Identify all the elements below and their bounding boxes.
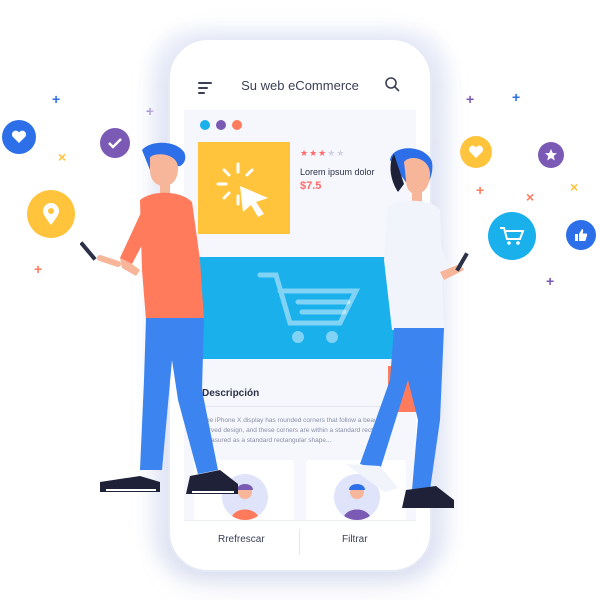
color-dot-orange[interactable] (232, 120, 242, 130)
filter-button[interactable]: Filtrar (342, 534, 368, 545)
plus-sparkle: + (546, 273, 555, 289)
star-icon: ★ (300, 148, 310, 158)
product-price: $7.5 (300, 180, 322, 192)
product-rating: ★★★★★ (300, 148, 345, 159)
menu-icon[interactable] (198, 82, 212, 97)
x-sparkle: × (526, 189, 535, 205)
refresh-button[interactable]: Rrefrescar (218, 534, 265, 545)
star-icon: ★ (318, 148, 328, 158)
plus-sparkle: + (52, 91, 61, 107)
rating-stars: ★★★★★ (300, 148, 345, 158)
star-icon (545, 149, 557, 161)
x-sparkle: × (58, 149, 67, 165)
x-sparkle: × (570, 179, 579, 195)
plus-sparkle: + (34, 261, 43, 277)
man-illustration (80, 142, 238, 494)
star-bubble (538, 142, 564, 168)
app-title: Su web eCommerce (241, 78, 359, 93)
cart-icon (500, 227, 525, 245)
plus-sparkle: + (512, 89, 521, 105)
thumbs-up-icon (575, 229, 588, 241)
woman-illustration (346, 148, 469, 508)
bottom-bar: Rrefrescar Filtrar (184, 520, 416, 562)
star-icon: ★ (327, 148, 337, 158)
search-icon[interactable] (384, 76, 400, 92)
location-pin-icon (43, 203, 59, 225)
heart-bubble-left (2, 120, 36, 154)
divider (299, 529, 300, 555)
color-dot-purple[interactable] (216, 120, 226, 130)
cart-bubble (488, 212, 536, 260)
app-top-bar: Su web eCommerce (184, 50, 416, 110)
color-dot-blue[interactable] (200, 120, 210, 130)
like-bubble (566, 220, 596, 250)
location-bubble (27, 190, 75, 238)
star-icon: ★ (309, 148, 319, 158)
plus-sparkle: + (466, 91, 475, 107)
heart-icon (11, 130, 27, 143)
